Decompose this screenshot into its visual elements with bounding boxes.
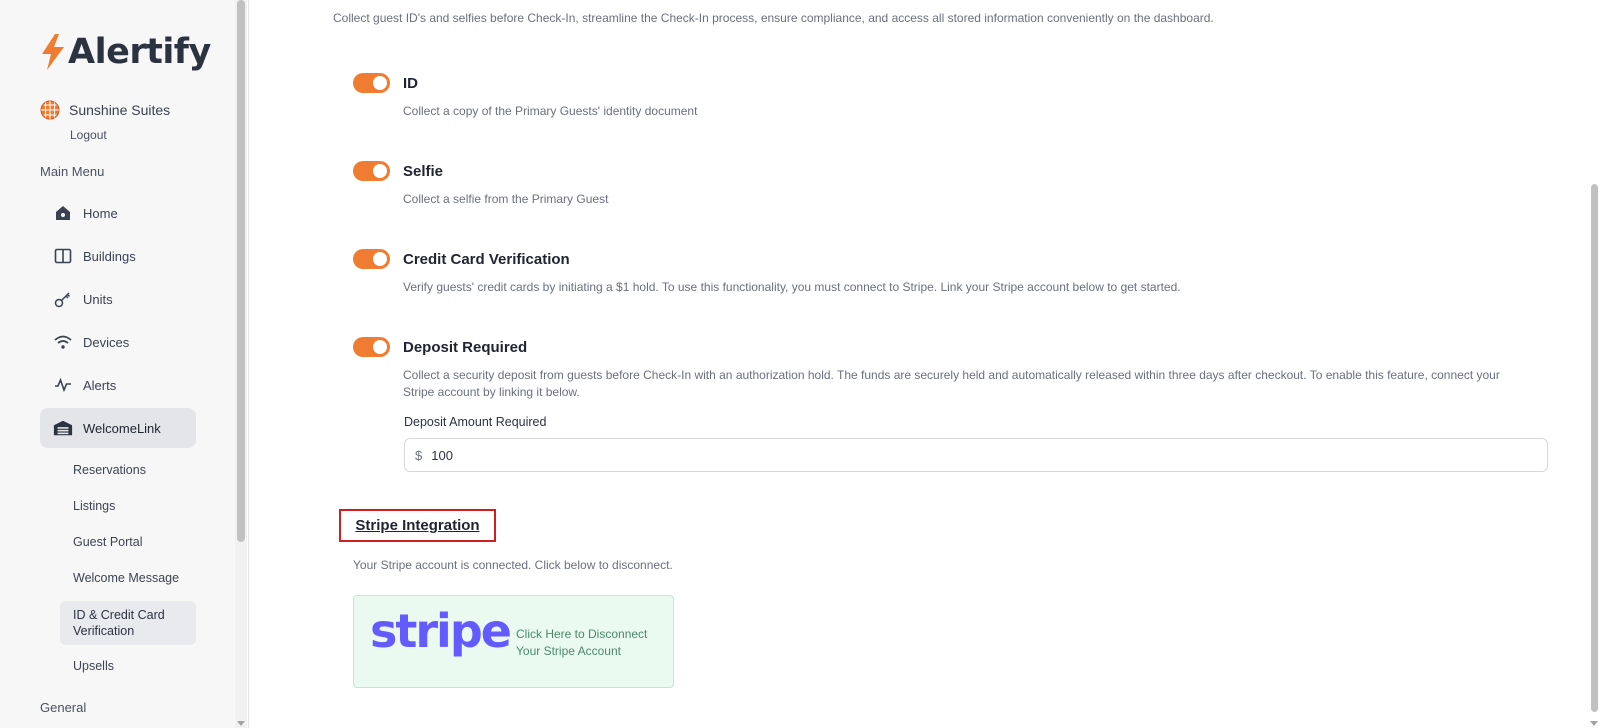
nav-label-welcomelink: WelcomeLink [83,420,161,436]
deposit-amount-value[interactable]: 100 [431,448,453,463]
stripe-disconnect-label: Click Here to Disconnect Your Stripe Acc… [516,627,648,658]
intro-text: Collect guest ID's and selfies before Ch… [333,11,1214,25]
feature-desc-selfie: Collect a selfie from the Primary Guest [403,192,609,206]
sub-item-id-credit-card-verification[interactable]: ID & Credit Card Verification [60,601,196,645]
currency-symbol: $ [415,447,423,463]
credit-card-verification-toggle[interactable] [353,249,390,269]
toggle-knob [373,252,387,266]
brand-name: Alertify [68,31,211,72]
stripe-integration-heading[interactable]: Stripe Integration [339,509,496,542]
scroll-down-arrow-icon[interactable] [237,721,245,726]
activity-icon [53,375,73,395]
toggle-knob [373,164,387,178]
property-globe-icon [40,100,60,120]
stripe-disconnect-button[interactable]: stripe Click Here to Disconnect Your Str… [353,595,674,688]
feature-desc-credit-card: Verify guests' credit cards by initiatin… [403,280,1181,294]
stripe-status-text: Your Stripe account is connected. Click … [353,558,673,572]
deposit-required-toggle[interactable] [353,337,390,357]
alertify-logo[interactable]: Alertify [40,34,211,70]
feature-title-id: ID [403,75,418,92]
nav-item-buildings[interactable]: Buildings [40,236,196,276]
sub-item-reservations[interactable]: Reservations [60,462,196,478]
property-selector[interactable]: Sunshine Suites [40,100,170,120]
sidebar-scrollbar[interactable] [235,0,247,728]
nav-label-units: Units [83,291,113,307]
nav-item-alerts[interactable]: Alerts [40,365,196,405]
feature-desc-deposit: Collect a security deposit from guests b… [403,368,1500,399]
key-icon [53,289,73,309]
home-icon [53,203,73,223]
nav-item-home[interactable]: Home [40,193,196,233]
logout-link[interactable]: Logout [70,128,107,142]
sidebar: Alertify Sunshine Suites Logout Main Men… [0,0,235,728]
main-scrollbar[interactable] [1589,0,1600,728]
feature-title-credit-card: Credit Card Verification [403,251,570,268]
stripe-integration-link[interactable]: Stripe Integration [355,517,479,534]
scroll-down-arrow-icon[interactable] [1590,721,1598,726]
selfie-toggle[interactable] [353,161,390,181]
toggle-knob [373,340,387,354]
lightning-bolt-icon [42,34,64,70]
nav-label-alerts: Alerts [83,377,117,393]
property-name: Sunshine Suites [69,102,171,118]
deposit-amount-input[interactable]: $ 100 [404,438,1548,472]
general-label: General [40,700,87,715]
main-scrollbar-thumb[interactable] [1591,184,1598,712]
toggle-knob [373,76,387,90]
sub-item-upsells[interactable]: Upsells [60,658,196,674]
nav-label-home: Home [83,205,118,221]
nav-label-devices: Devices [83,334,130,350]
feature-desc-id: Collect a copy of the Primary Guests' id… [403,104,698,118]
sidebar-scrollbar-thumb[interactable] [237,0,245,542]
stripe-logo: stripe [370,604,512,658]
nav-item-devices[interactable]: Devices [40,322,196,362]
sub-item-welcome-message[interactable]: Welcome Message [60,570,196,586]
feature-title-deposit: Deposit Required [403,339,528,356]
main-menu-label: Main Menu [40,164,105,179]
nav-item-welcomelink[interactable]: WelcomeLink [40,408,196,448]
feature-title-selfie: Selfie [403,163,444,180]
nav-label-buildings: Buildings [83,248,136,264]
id-toggle[interactable] [353,73,390,93]
garage-icon [53,418,73,438]
book-icon [53,246,73,266]
sub-item-listings[interactable]: Listings [60,498,196,514]
sub-item-guest-portal[interactable]: Guest Portal [60,534,196,550]
wifi-icon [53,332,73,352]
deposit-amount-label: Deposit Amount Required [404,415,547,429]
nav-item-units[interactable]: Units [40,279,196,319]
